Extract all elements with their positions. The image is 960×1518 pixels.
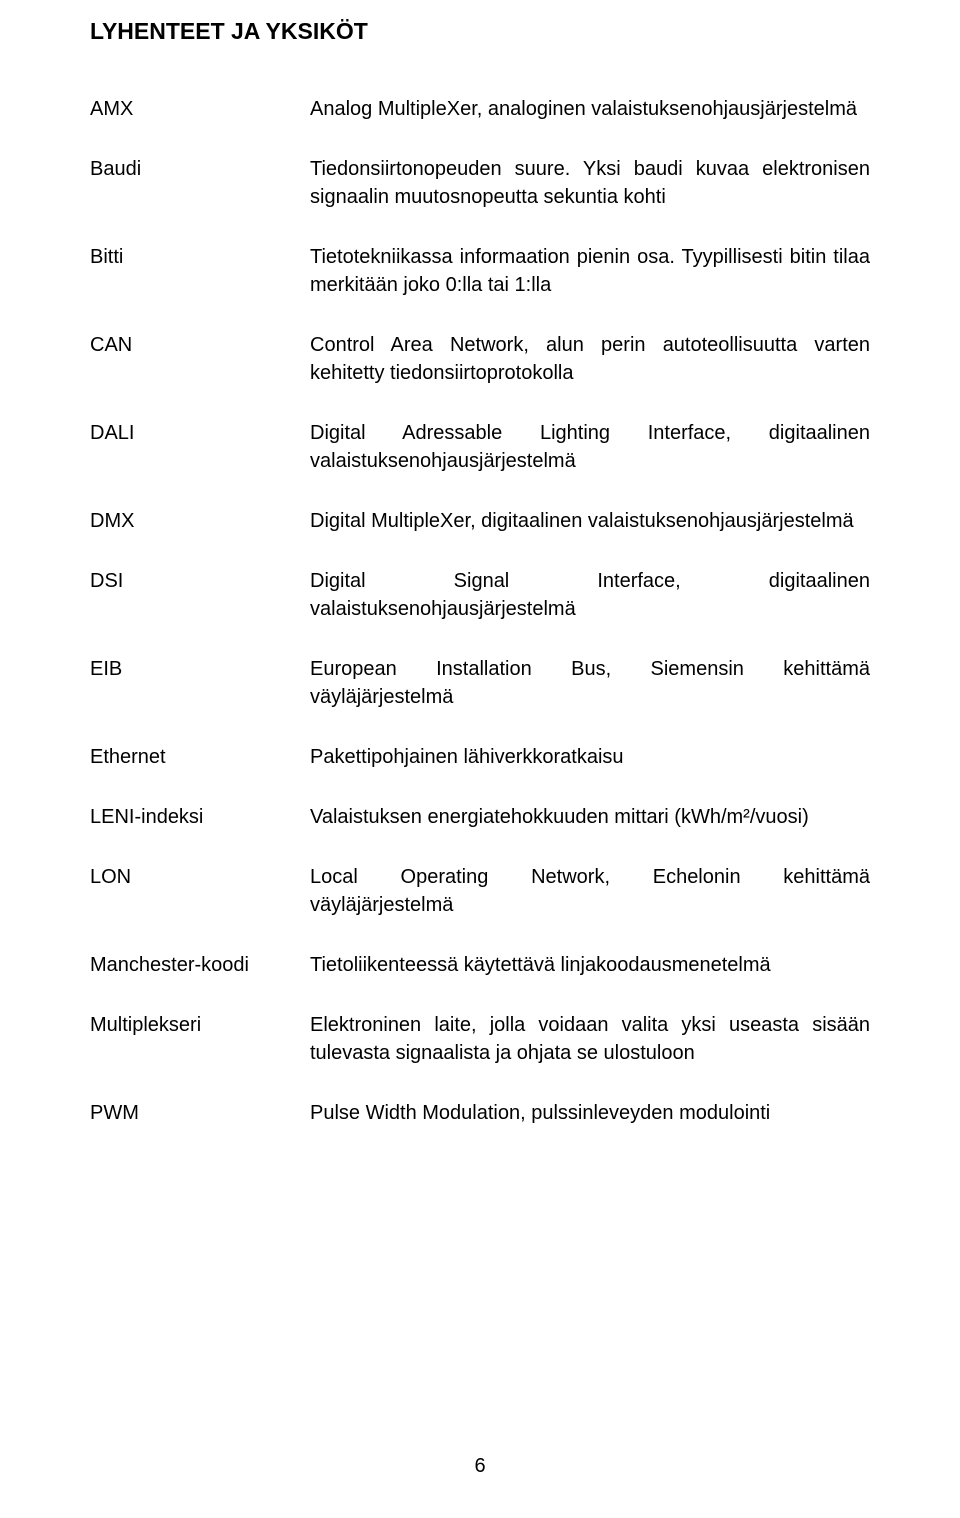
term-label: AMX xyxy=(90,95,310,123)
term-label: LON xyxy=(90,863,310,891)
term-label: LENI-indeksi xyxy=(90,803,310,831)
definition-text: Tiedonsiirtonopeuden suure. Yksi baudi k… xyxy=(310,155,870,211)
page-container: LYHENTEET JA YKSIKÖT AMX Analog Multiple… xyxy=(0,0,960,1518)
definition-text: Digital Signal Interface, digitaalinen v… xyxy=(310,567,870,623)
definition-text: Digital Adressable Lighting Interface, d… xyxy=(310,419,870,475)
list-item: DALI Digital Adressable Lighting Interfa… xyxy=(90,419,870,475)
definition-text: Valaistuksen energiatehokkuuden mittari … xyxy=(310,803,870,831)
definition-text: Tietotekniikassa informaation pienin osa… xyxy=(310,243,870,299)
definition-text: Elektroninen laite, jolla voidaan valita… xyxy=(310,1011,870,1067)
list-item: LENI-indeksi Valaistuksen energiatehokku… xyxy=(90,803,870,831)
list-item: DSI Digital Signal Interface, digitaalin… xyxy=(90,567,870,623)
list-item: PWM Pulse Width Modulation, pulssinlevey… xyxy=(90,1099,870,1127)
term-label: Bitti xyxy=(90,243,310,271)
list-item: Bitti Tietotekniikassa informaation pien… xyxy=(90,243,870,299)
definition-text: Digital MultipleXer, digitaalinen valais… xyxy=(310,507,870,535)
list-item: CAN Control Area Network, alun perin aut… xyxy=(90,331,870,387)
term-label: PWM xyxy=(90,1099,310,1127)
definition-text: European Installation Bus, Siemensin keh… xyxy=(310,655,870,711)
term-label: Ethernet xyxy=(90,743,310,771)
term-label: DALI xyxy=(90,419,310,447)
definition-text: Control Area Network, alun perin autoteo… xyxy=(310,331,870,387)
definition-text: Pulse Width Modulation, pulssinleveyden … xyxy=(310,1099,870,1127)
page-title: LYHENTEET JA YKSIKÖT xyxy=(90,18,870,45)
list-item: EIB European Installation Bus, Siemensin… xyxy=(90,655,870,711)
page-number: 6 xyxy=(0,1455,960,1478)
definitions-list: AMX Analog MultipleXer, analoginen valai… xyxy=(90,95,870,1127)
definition-text: Analog MultipleXer, analoginen valaistuk… xyxy=(310,95,870,123)
term-label: Manchester-koodi xyxy=(90,951,310,979)
definition-text: Local Operating Network, Echelonin kehit… xyxy=(310,863,870,919)
list-item: Ethernet Pakettipohjainen lähiverkkoratk… xyxy=(90,743,870,771)
term-label: CAN xyxy=(90,331,310,359)
list-item: LON Local Operating Network, Echelonin k… xyxy=(90,863,870,919)
list-item: AMX Analog MultipleXer, analoginen valai… xyxy=(90,95,870,123)
term-label: Baudi xyxy=(90,155,310,183)
list-item: Baudi Tiedonsiirtonopeuden suure. Yksi b… xyxy=(90,155,870,211)
list-item: DMX Digital MultipleXer, digitaalinen va… xyxy=(90,507,870,535)
term-label: DSI xyxy=(90,567,310,595)
list-item: Multiplekseri Elektroninen laite, jolla … xyxy=(90,1011,870,1067)
definition-text: Tietoliikenteessä käytettävä linjakoodau… xyxy=(310,951,870,979)
definition-text: Pakettipohjainen lähiverkkoratkaisu xyxy=(310,743,870,771)
term-label: DMX xyxy=(90,507,310,535)
list-item: Manchester-koodi Tietoliikenteessä käyte… xyxy=(90,951,870,979)
term-label: Multiplekseri xyxy=(90,1011,310,1039)
term-label: EIB xyxy=(90,655,310,683)
